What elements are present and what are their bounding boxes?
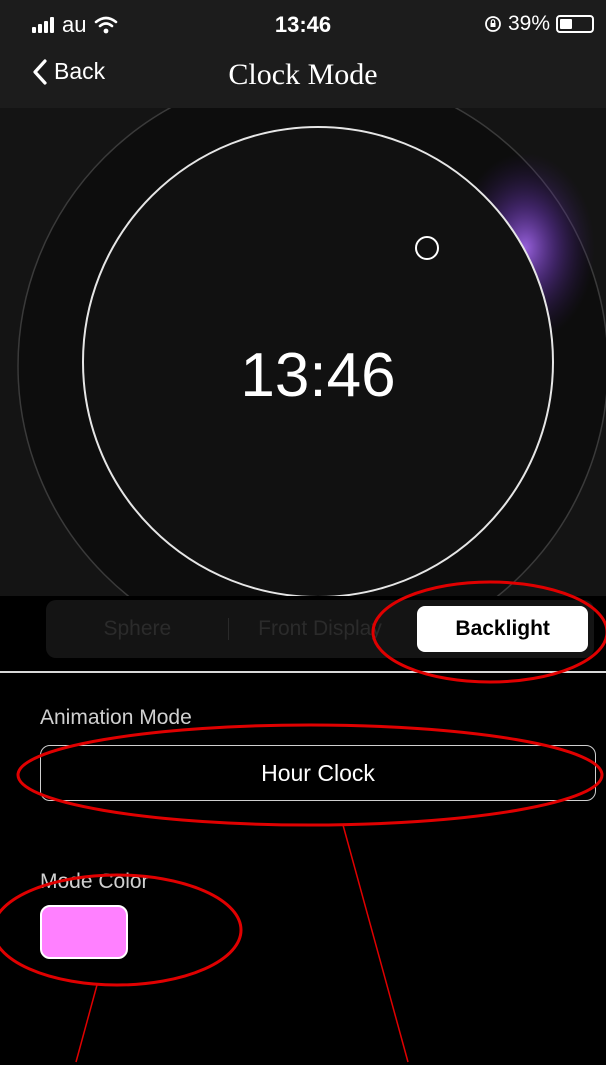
animation-mode-label: Animation Mode xyxy=(40,706,192,729)
status-bar: au 13:46 39% xyxy=(0,0,606,48)
battery-icon xyxy=(556,15,594,33)
annotation-line-mode xyxy=(342,824,409,1063)
clock-preview: 13:46 xyxy=(0,108,606,596)
status-right: 39% xyxy=(484,12,594,36)
nav-bar: Back Clock Mode xyxy=(0,48,606,108)
clock-hand-dot xyxy=(415,236,439,260)
page-title: Clock Mode xyxy=(228,58,378,91)
segment-front-display[interactable]: Front Display xyxy=(235,606,406,652)
mode-color-swatch[interactable] xyxy=(40,905,128,959)
orientation-lock-icon xyxy=(485,16,501,32)
animation-mode-value: Hour Clock xyxy=(261,759,375,786)
animation-mode-select[interactable]: Hour Clock xyxy=(40,745,596,801)
display-segmented-control: Sphere Front Display Backlight xyxy=(46,600,594,658)
mode-color-label: Mode Color xyxy=(40,870,149,893)
segment-sphere[interactable]: Sphere xyxy=(52,606,229,652)
annotation-line-color xyxy=(75,984,98,1063)
section-divider xyxy=(0,671,606,673)
battery-percent: 39% xyxy=(507,12,550,35)
segment-backlight[interactable]: Backlight xyxy=(417,606,589,652)
clock-time-display: 13:46 xyxy=(240,341,396,410)
